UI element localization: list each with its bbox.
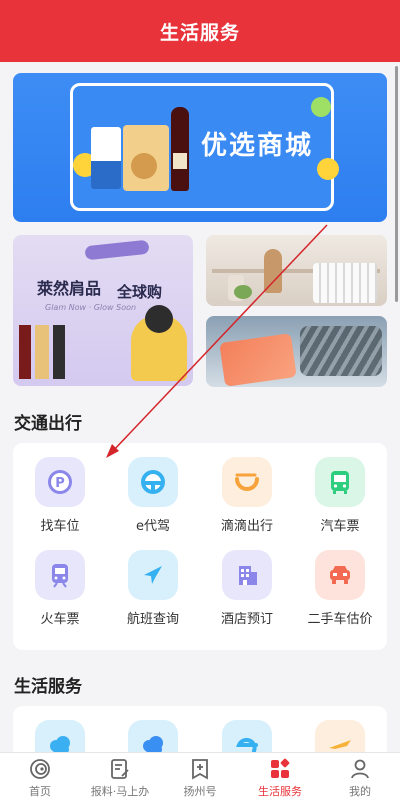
service-bus-ticket[interactable]: 汽车票 xyxy=(293,457,387,534)
service-travel[interactable] xyxy=(293,720,387,752)
tab-label: 首页 xyxy=(29,784,51,798)
service-train-ticket[interactable]: 火车票 xyxy=(13,550,107,627)
scrollbar[interactable] xyxy=(395,66,398,302)
tab-report[interactable]: 报料·马上办 xyxy=(80,753,160,802)
promo-title-brand: 萊然肩品 xyxy=(37,279,102,298)
shrimp-image xyxy=(300,326,382,376)
banner-title: 优选商城 xyxy=(201,131,314,161)
banner-decoration xyxy=(317,158,339,180)
home-icon xyxy=(30,758,50,779)
parking-icon: P xyxy=(35,457,85,507)
service-cloud[interactable] xyxy=(106,720,200,752)
hotel-icon xyxy=(222,550,272,600)
tab-life-services[interactable]: 生活服务 xyxy=(240,753,320,802)
tab-label: 扬州号 xyxy=(183,784,217,798)
cosmetics-image xyxy=(19,325,79,379)
milk-carton-image xyxy=(91,127,121,189)
page-title: 生活服务 xyxy=(159,21,240,44)
service-e-driver[interactable]: e代驾 xyxy=(106,457,200,534)
life-services-card xyxy=(13,706,387,752)
profile-icon xyxy=(351,759,369,778)
services-icon xyxy=(271,758,290,778)
service-didi[interactable]: 滴滴出行 xyxy=(200,457,294,534)
service-label: 汽车票 xyxy=(320,519,360,534)
tab-label: 报料·马上办 xyxy=(90,784,150,798)
service-label: 二手车估价 xyxy=(307,612,373,627)
tab-home[interactable]: 首页 xyxy=(0,753,80,802)
tab-label: 我的 xyxy=(349,784,371,798)
section-title-transport: 交通出行 xyxy=(14,414,82,434)
banner-decoration xyxy=(311,97,331,117)
cutting-board-image xyxy=(264,249,282,293)
promo-seafood[interactable] xyxy=(206,316,387,387)
service-label: 找车位 xyxy=(40,519,80,534)
promo-title-global: 全球购 xyxy=(117,283,163,301)
tab-label: 生活服务 xyxy=(258,784,302,798)
section-title-life: 生活服务 xyxy=(14,677,82,697)
service-weather[interactable] xyxy=(13,720,107,752)
svg-text:P: P xyxy=(55,476,65,491)
report-icon xyxy=(111,758,129,779)
service-used-car-valuation[interactable]: 二手车估价 xyxy=(293,550,387,627)
service-find-parking[interactable]: P 找车位 xyxy=(13,457,107,534)
car-icon xyxy=(315,550,365,600)
e-logo-icon xyxy=(222,720,272,752)
cloud-icon xyxy=(128,720,178,752)
mall-banner[interactable]: 优选商城 xyxy=(13,73,387,222)
shopper-illustration xyxy=(131,305,187,381)
steering-wheel-icon xyxy=(128,457,178,507)
service-flight-search[interactable]: 航班查询 xyxy=(106,550,200,627)
plates-image xyxy=(313,263,377,303)
plane-icon xyxy=(315,720,365,752)
bottom-tab-bar: 首页 报料·马上办 扬州号 生活服务 我的 xyxy=(0,752,400,802)
service-label: 航班查询 xyxy=(126,612,179,627)
service-label: 酒店预订 xyxy=(220,612,273,627)
bus-icon xyxy=(315,457,365,507)
plant-image xyxy=(234,285,252,299)
subscribe-icon xyxy=(192,758,208,780)
tab-profile[interactable]: 我的 xyxy=(320,753,400,802)
service-label: 滴滴出行 xyxy=(220,519,273,534)
train-icon xyxy=(35,550,85,600)
plane-image xyxy=(84,239,150,261)
promo-kitchenware[interactable] xyxy=(206,235,387,306)
cloud-icon xyxy=(35,720,85,752)
service-label: 火车票 xyxy=(40,612,80,627)
airplane-icon xyxy=(128,550,178,600)
didi-icon xyxy=(222,457,272,507)
promo-subtitle: Glam Now · Glow Soon xyxy=(45,303,137,312)
service-hotel-booking[interactable]: 酒店预订 xyxy=(200,550,294,627)
service-e-app[interactable] xyxy=(200,720,294,752)
main-content[interactable]: 优选商城 萊然肩品 全球购 Glam Now · Glow Soon 交通出行 … xyxy=(0,62,400,752)
cookie-bag-image xyxy=(123,125,169,191)
app-header: 生活服务 xyxy=(0,0,400,62)
transport-services-card: P 找车位 e代驾 滴滴出行 汽车票 火车票 航班查询 酒店预订 二手车估价 xyxy=(13,443,387,650)
tab-subscribe[interactable]: 扬州号 xyxy=(160,753,240,802)
wine-bottle-image xyxy=(171,107,189,191)
service-label: e代驾 xyxy=(136,519,170,534)
promo-global-shopping[interactable]: 萊然肩品 全球购 Glam Now · Glow Soon xyxy=(13,235,193,386)
salmon-image xyxy=(219,333,297,387)
